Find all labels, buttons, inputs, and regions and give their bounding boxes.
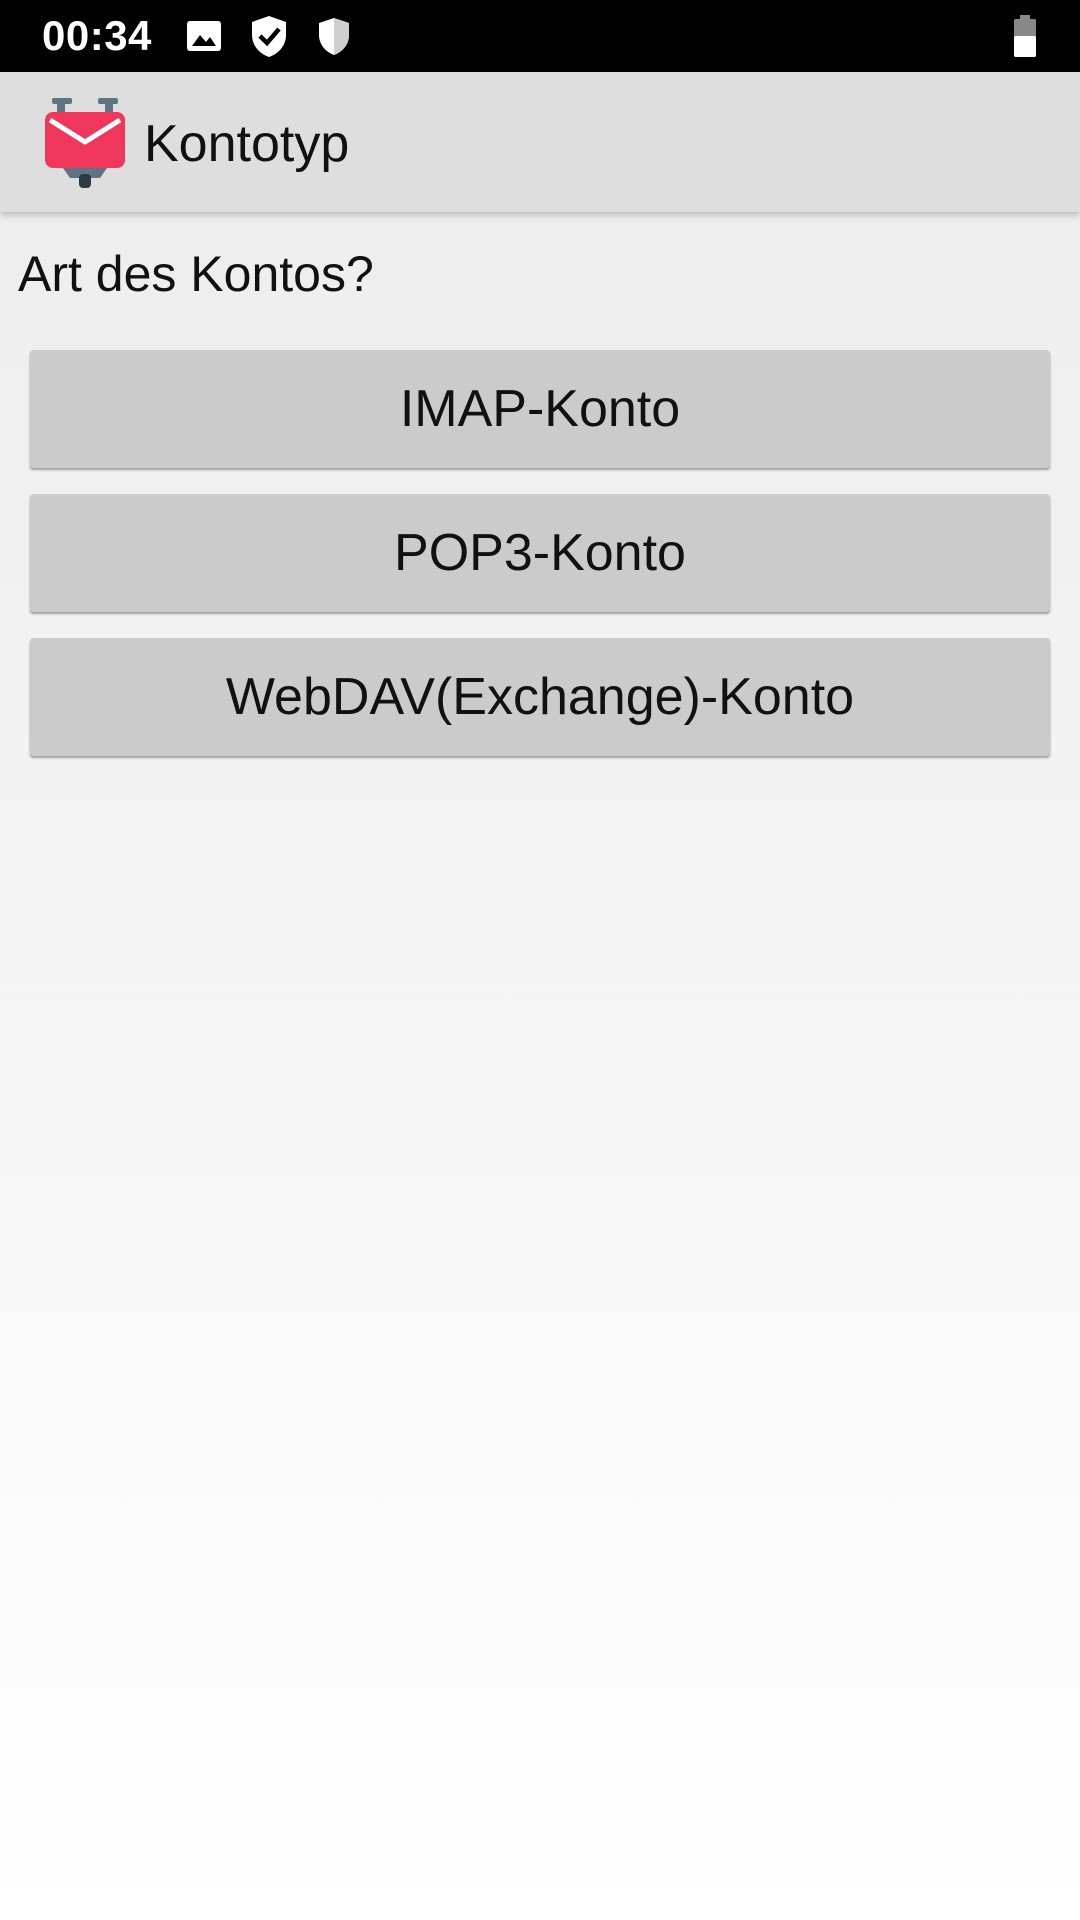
webdav-account-button[interactable]: WebDAV(Exchange)-Konto [30,638,1050,756]
status-time: 00:34 [42,12,152,59]
shield-check-icon [252,16,286,57]
shield-icon [319,18,349,55]
imap-account-button[interactable]: IMAP-Konto [30,350,1050,468]
app-bar: Kontotyp [0,72,1080,212]
status-bar: 00:34 [0,0,1080,72]
account-type-question: Art des Kontos? [18,246,374,302]
page-title: Kontotyp [144,115,350,173]
battery-icon [1014,15,1036,57]
k9-mail-logo-icon [45,98,125,188]
image-icon [187,21,221,51]
pop3-account-button[interactable]: POP3-Konto [30,494,1050,612]
